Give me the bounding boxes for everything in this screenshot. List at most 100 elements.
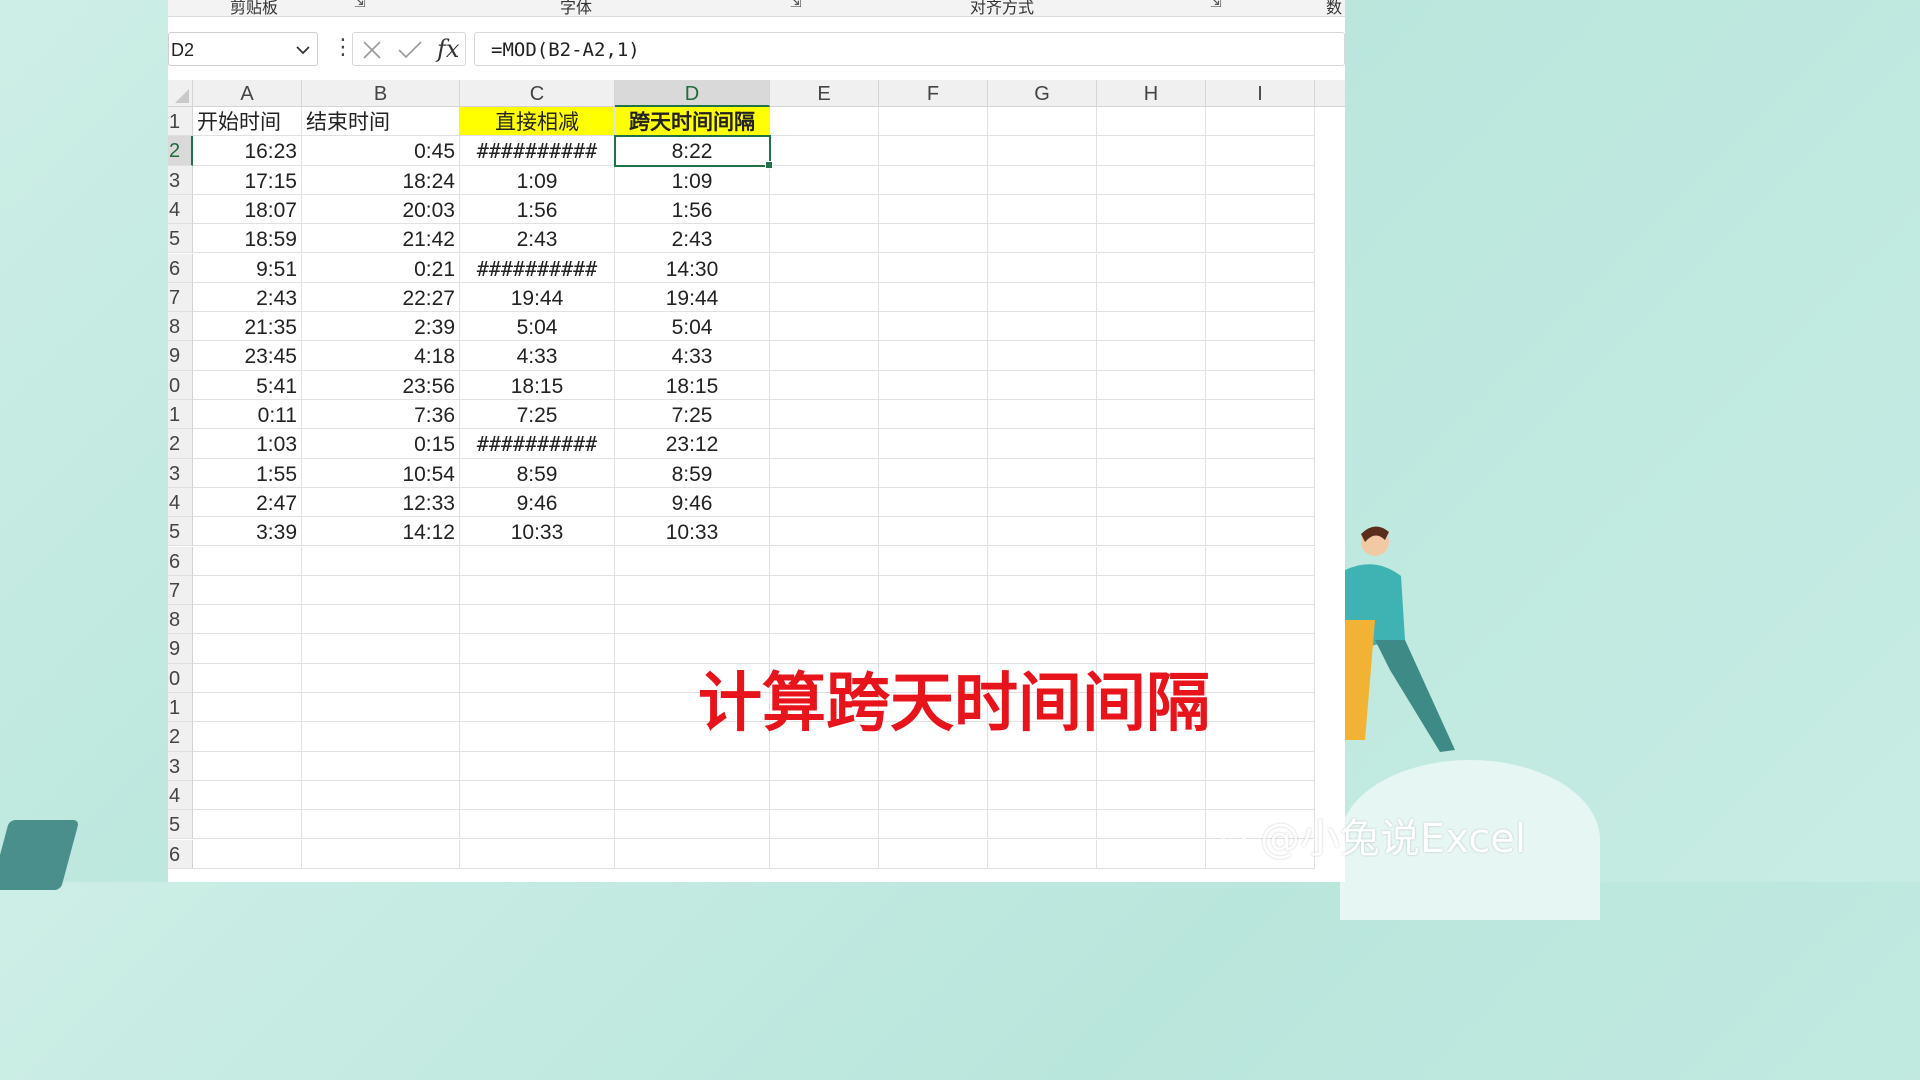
empty-cell[interactable]	[193, 575, 302, 606]
header-cell-direct-subtract[interactable]: 直接相减	[460, 107, 615, 137]
dialog-launcher-icon[interactable]: ⇲	[1210, 0, 1222, 11]
start-time-cell[interactable]: 2:47	[193, 487, 302, 518]
empty-cell[interactable]	[460, 605, 615, 635]
empty-cell[interactable]	[879, 341, 988, 371]
direct-subtract-cell[interactable]: 2:43	[460, 224, 615, 254]
direct-subtract-cell[interactable]: 5:04	[460, 312, 615, 342]
empty-cell[interactable]	[1097, 517, 1206, 547]
empty-cell[interactable]	[1206, 370, 1315, 400]
empty-cell[interactable]	[615, 751, 770, 781]
empty-cell[interactable]	[879, 282, 988, 313]
start-time-cell[interactable]: 1:03	[193, 429, 302, 459]
insert-function-icon[interactable]: fx	[437, 35, 459, 63]
empty-cell[interactable]	[193, 839, 302, 869]
empty-cell[interactable]	[302, 546, 460, 576]
row-header[interactable]: 2	[168, 722, 193, 752]
empty-cell[interactable]	[1097, 751, 1206, 781]
end-time-cell[interactable]: 2:39	[302, 312, 460, 342]
empty-cell[interactable]	[1097, 136, 1206, 166]
empty-cell[interactable]	[879, 458, 988, 488]
empty-cell[interactable]	[193, 780, 302, 811]
column-header-partial[interactable]	[1315, 80, 1345, 107]
dialog-launcher-icon[interactable]: ⇲	[354, 0, 366, 11]
column-header-i[interactable]: I	[1206, 80, 1315, 107]
start-time-cell[interactable]: 0:11	[193, 400, 302, 430]
empty-cell[interactable]	[1097, 429, 1206, 459]
interval-cell[interactable]: 10:33	[615, 517, 770, 547]
direct-subtract-cell[interactable]: ##########	[460, 429, 615, 459]
empty-cell[interactable]	[302, 839, 460, 869]
empty-cell[interactable]	[615, 546, 770, 576]
interval-cell[interactable]: 23:12	[615, 429, 770, 459]
empty-cell[interactable]	[302, 722, 460, 752]
select-all-corner[interactable]	[168, 80, 193, 107]
end-time-cell[interactable]: 10:54	[302, 458, 460, 488]
empty-cell[interactable]	[1097, 312, 1206, 342]
empty-cell[interactable]	[193, 693, 302, 723]
column-header-g[interactable]: G	[988, 80, 1097, 107]
direct-subtract-cell[interactable]: 4:33	[460, 341, 615, 371]
row-header[interactable]: 5	[168, 517, 193, 547]
direct-subtract-cell[interactable]: 18:15	[460, 370, 615, 400]
empty-cell[interactable]	[302, 810, 460, 840]
empty-cell[interactable]	[879, 751, 988, 781]
empty-cell[interactable]	[1206, 517, 1315, 547]
empty-cell[interactable]	[1206, 107, 1315, 137]
empty-cell[interactable]	[1206, 575, 1315, 606]
empty-cell[interactable]	[770, 165, 879, 195]
end-time-cell[interactable]: 23:56	[302, 370, 460, 400]
row-header[interactable]: 2	[168, 136, 193, 166]
end-time-cell[interactable]: 0:45	[302, 136, 460, 166]
row-header[interactable]: 8	[168, 605, 193, 635]
empty-cell[interactable]	[193, 722, 302, 752]
empty-cell[interactable]	[1097, 605, 1206, 635]
empty-cell[interactable]	[770, 136, 879, 166]
empty-cell[interactable]	[1206, 253, 1315, 283]
empty-cell[interactable]	[193, 810, 302, 840]
row-header[interactable]: 5	[168, 224, 193, 254]
row-header[interactable]: 0	[168, 370, 193, 400]
empty-cell[interactable]	[988, 546, 1097, 576]
empty-cell[interactable]	[302, 780, 460, 811]
empty-cell[interactable]	[988, 224, 1097, 254]
empty-cell[interactable]	[770, 282, 879, 313]
empty-cell[interactable]	[302, 751, 460, 781]
row-header[interactable]: 6	[168, 546, 193, 576]
start-time-cell[interactable]: 1:55	[193, 458, 302, 488]
empty-cell[interactable]	[770, 810, 879, 840]
empty-cell[interactable]	[1097, 282, 1206, 313]
empty-cell[interactable]	[615, 780, 770, 811]
empty-cell[interactable]	[1206, 458, 1315, 488]
empty-cell[interactable]	[770, 341, 879, 371]
empty-cell[interactable]	[193, 605, 302, 635]
empty-cell[interactable]	[1097, 165, 1206, 195]
empty-cell[interactable]	[460, 780, 615, 811]
empty-cell[interactable]	[1206, 165, 1315, 195]
empty-cell[interactable]	[988, 575, 1097, 606]
empty-cell[interactable]	[879, 517, 988, 547]
end-time-cell[interactable]: 0:21	[302, 253, 460, 283]
start-time-cell[interactable]: 23:45	[193, 341, 302, 371]
empty-cell[interactable]	[1097, 780, 1206, 811]
empty-cell[interactable]	[615, 575, 770, 606]
empty-cell[interactable]	[988, 780, 1097, 811]
ribbon-group-clipboard[interactable]: 剪贴板	[230, 0, 278, 18]
interval-cell[interactable]: 8:22	[615, 136, 770, 166]
empty-cell[interactable]	[879, 400, 988, 430]
direct-subtract-cell[interactable]: 9:46	[460, 487, 615, 518]
empty-cell[interactable]	[770, 605, 879, 635]
empty-cell[interactable]	[193, 751, 302, 781]
empty-cell[interactable]	[460, 663, 615, 693]
empty-cell[interactable]	[1097, 194, 1206, 225]
empty-cell[interactable]	[879, 575, 988, 606]
empty-cell[interactable]	[460, 810, 615, 840]
row-header[interactable]: 1	[168, 107, 193, 137]
empty-cell[interactable]	[879, 839, 988, 869]
empty-cell[interactable]	[302, 634, 460, 664]
empty-cell[interactable]	[1206, 751, 1315, 781]
empty-cell[interactable]	[879, 107, 988, 137]
empty-cell[interactable]	[879, 165, 988, 195]
empty-cell[interactable]	[193, 634, 302, 664]
empty-cell[interactable]	[770, 107, 879, 137]
empty-cell[interactable]	[879, 253, 988, 283]
